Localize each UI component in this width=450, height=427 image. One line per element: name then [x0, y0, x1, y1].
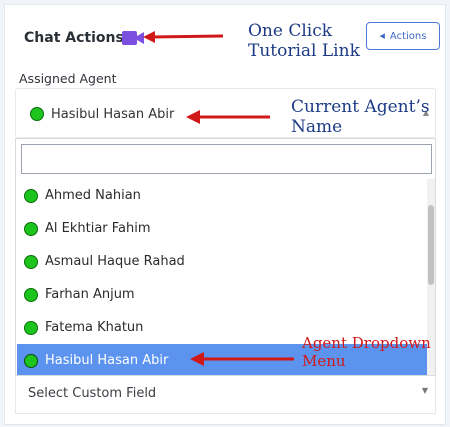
agent-search-input[interactable] — [21, 144, 432, 174]
tutorial-annotation: One Click Tutorial Link — [248, 21, 360, 62]
agent-option-label: Al Ekhtiar Fahim — [45, 221, 151, 236]
online-status-icon — [24, 221, 38, 236]
agent-option[interactable]: Farhan Anjum — [17, 278, 429, 311]
tutorial-annotation-line1: One Click — [248, 21, 333, 41]
dropdown-annotation: Agent Dropdown Menu — [302, 334, 431, 370]
chevron-left-icon: ◀ — [379, 32, 385, 40]
current-agent-annotation-line1: Current Agent’s — [291, 97, 430, 117]
agent-option[interactable]: Asmaul Haque Rahad — [17, 245, 429, 278]
online-status-icon — [24, 287, 38, 302]
actions-button[interactable]: ◀ Actions — [366, 22, 440, 50]
agent-option[interactable]: Al Ekhtiar Fahim — [17, 212, 429, 245]
online-status-icon — [24, 254, 38, 269]
current-agent-arrow — [186, 110, 270, 124]
actions-button-label: Actions — [389, 30, 427, 42]
current-agent-annotation: Current Agent’s Name — [291, 97, 430, 138]
scrollbar-thumb[interactable] — [428, 205, 434, 285]
assigned-agent-label: Assigned Agent — [19, 71, 117, 86]
dropdown-annotation-line1: Agent Dropdown — [302, 334, 431, 352]
online-status-icon — [24, 188, 38, 203]
agent-option-label: Ahmed Nahian — [45, 188, 141, 203]
chat-actions-title: Chat Actions — [24, 30, 124, 46]
agent-option[interactable]: Ahmed Nahian — [17, 179, 429, 212]
current-agent-annotation-line2: Name — [291, 117, 343, 138]
online-status-icon — [24, 353, 38, 368]
tutorial-arrow — [143, 31, 224, 43]
custom-field-placeholder: Select Custom Field — [28, 386, 157, 401]
agent-option-label: Fatema Khatun — [45, 320, 144, 335]
dropdown-annotation-line2: Menu — [302, 352, 346, 370]
agent-option-label: Asmaul Haque Rahad — [45, 254, 185, 269]
caret-down-icon: ▼ — [421, 386, 428, 395]
online-status-icon — [30, 107, 44, 121]
custom-field-select[interactable]: Select Custom Field ▼ — [15, 376, 436, 414]
agent-option-label: Hasibul Hasan Abir — [45, 353, 169, 368]
selected-agent-name: Hasibul Hasan Abir — [51, 107, 175, 122]
tutorial-annotation-line2: Tutorial Link — [248, 41, 360, 62]
agent-option-label: Farhan Anjum — [45, 287, 135, 302]
online-status-icon — [24, 320, 38, 335]
dropdown-arrow — [190, 352, 294, 366]
